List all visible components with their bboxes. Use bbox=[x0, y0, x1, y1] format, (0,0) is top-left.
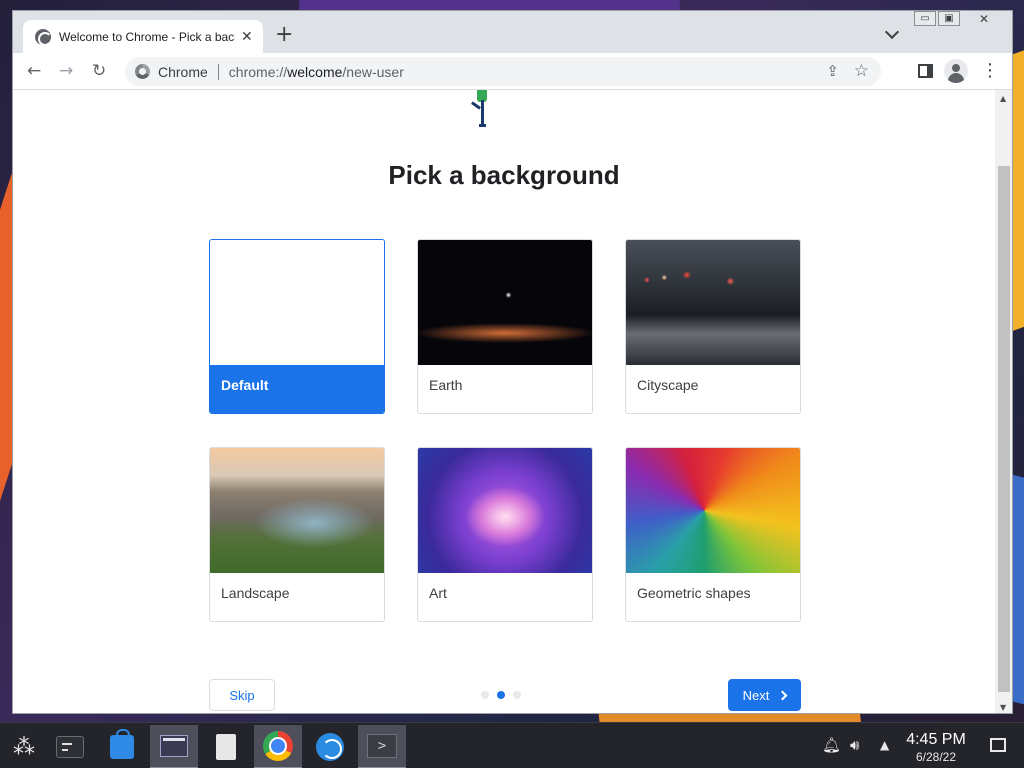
tab-welcome[interactable]: Welcome to Chrome - Pick a background ✕ bbox=[23, 20, 263, 53]
cityscape-background-thumbnail bbox=[626, 240, 800, 365]
volume-icon[interactable]: 🔊︎ bbox=[850, 737, 859, 753]
taskbar-app-browser[interactable] bbox=[306, 725, 354, 768]
url-path: /new-user bbox=[342, 63, 404, 80]
web-browser-icon bbox=[316, 733, 344, 761]
globe-icon bbox=[35, 28, 52, 46]
illustration-foot bbox=[479, 124, 486, 127]
clock-time[interactable]: 4:45 PM bbox=[904, 731, 968, 749]
taskbar-app-discover[interactable] bbox=[98, 725, 146, 768]
next-button-label: Next bbox=[742, 687, 770, 703]
card-label: Default bbox=[210, 365, 384, 413]
bookmark-star-icon[interactable]: ☆ bbox=[854, 61, 869, 81]
scroll-up-arrow-icon[interactable]: ▲ bbox=[1000, 94, 1006, 103]
tab-strip: Welcome to Chrome - Pick a background ✕ … bbox=[13, 11, 1012, 53]
taskbar-app-chrome[interactable] bbox=[254, 725, 302, 768]
reload-icon[interactable]: ↻ bbox=[92, 61, 106, 81]
store-bag-icon bbox=[110, 729, 134, 759]
clock-date[interactable]: 6/28/22 bbox=[904, 750, 968, 764]
default-background-thumbnail bbox=[210, 240, 384, 365]
system-monitor-icon bbox=[56, 736, 84, 758]
terminal-icon: > bbox=[367, 734, 397, 758]
share-icon[interactable]: ⇪ bbox=[826, 62, 839, 80]
taskbar-app-system-monitor[interactable] bbox=[46, 725, 94, 768]
omnibox-separator bbox=[217, 63, 219, 80]
close-tab-icon[interactable]: ✕ bbox=[241, 29, 253, 45]
scroll-down-arrow-icon[interactable]: ▼ bbox=[1000, 703, 1006, 712]
tab-title: Welcome to Chrome - Pick a background bbox=[59, 29, 235, 44]
card-label: Cityscape bbox=[637, 377, 699, 393]
tab-search-chevron-icon[interactable] bbox=[884, 24, 900, 40]
omnibox[interactable]: Chrome chrome://welcome/new-user ⇪ ☆ bbox=[125, 57, 881, 86]
close-window-button[interactable]: ✕ bbox=[962, 11, 1006, 26]
card-label: Landscape bbox=[221, 585, 290, 601]
page-title: Pick a background bbox=[388, 160, 620, 190]
background-card-art[interactable]: Art bbox=[417, 447, 593, 622]
illustration-leg bbox=[481, 100, 484, 126]
page-content: Pick a background Default Earth Cityscap… bbox=[13, 90, 995, 713]
profile-avatar-icon[interactable] bbox=[944, 59, 968, 83]
step-dot-active bbox=[497, 691, 505, 699]
file-manager-icon bbox=[160, 735, 188, 757]
step-indicator bbox=[481, 691, 521, 699]
page-footer: Skip Next bbox=[209, 679, 801, 711]
application-launcher-button[interactable]: ⁂ bbox=[0, 725, 48, 768]
art-background-thumbnail bbox=[418, 448, 592, 573]
background-card-geometric[interactable]: Geometric shapes bbox=[625, 447, 801, 622]
url-host: welcome bbox=[287, 63, 343, 80]
taskbar: ⁂ > 🔔︎ 🔊︎ ▲ 4:45 PM 6/28/22 bbox=[0, 722, 1024, 768]
card-label: Art bbox=[429, 585, 447, 601]
url-scheme: chrome:// bbox=[228, 63, 288, 80]
show-desktop-icon[interactable] bbox=[990, 738, 1006, 752]
background-card-landscape[interactable]: Landscape bbox=[209, 447, 385, 622]
background-card-earth[interactable]: Earth bbox=[417, 239, 593, 414]
card-label: Earth bbox=[429, 377, 463, 393]
chrome-icon bbox=[263, 731, 293, 761]
step-dot bbox=[513, 691, 521, 699]
tray-expand-arrow-icon[interactable]: ▲ bbox=[880, 737, 889, 753]
vertical-scrollbar[interactable]: ▲ ▼ bbox=[995, 90, 1012, 713]
illustration-leg bbox=[471, 101, 481, 110]
chrome-logo-icon bbox=[135, 64, 150, 79]
url-text[interactable]: chrome://welcome/new-user bbox=[229, 64, 404, 80]
back-icon[interactable]: ← bbox=[27, 61, 41, 81]
chevron-right-icon bbox=[777, 690, 788, 700]
document-icon bbox=[216, 734, 236, 760]
taskbar-app-files[interactable] bbox=[150, 725, 198, 768]
omnibox-chip-label: Chrome bbox=[158, 63, 208, 80]
background-card-cityscape[interactable]: Cityscape bbox=[625, 239, 801, 414]
window-controls: ▭ ▣ ✕ bbox=[914, 11, 1006, 26]
kebab-menu-icon[interactable]: ⋮ bbox=[981, 61, 999, 81]
browser-toolbar: ← → ↻ Chrome chrome://welcome/new-user ⇪… bbox=[13, 53, 1012, 90]
welcome-illustration bbox=[465, 90, 499, 128]
scrollbar-thumb[interactable] bbox=[998, 166, 1010, 692]
taskbar-app-terminal[interactable]: > bbox=[358, 725, 406, 768]
background-card-default[interactable]: Default bbox=[209, 239, 385, 414]
taskbar-app-text-editor[interactable] bbox=[202, 725, 250, 768]
next-button[interactable]: Next bbox=[728, 679, 801, 711]
landscape-background-thumbnail bbox=[210, 448, 384, 573]
chrome-window: Welcome to Chrome - Pick a background ✕ … bbox=[12, 10, 1013, 714]
earth-background-thumbnail bbox=[418, 240, 592, 365]
forward-icon[interactable]: → bbox=[59, 61, 73, 81]
new-tab-button[interactable]: + bbox=[275, 24, 293, 46]
side-panel-icon[interactable] bbox=[918, 64, 933, 78]
launcher-icon: ⁂ bbox=[13, 734, 35, 760]
card-label: Geometric shapes bbox=[637, 585, 751, 601]
maximize-button[interactable]: ▣ bbox=[938, 11, 960, 26]
minimize-button[interactable]: ▭ bbox=[914, 11, 936, 26]
skip-button[interactable]: Skip bbox=[209, 679, 275, 711]
notifications-bell-icon[interactable]: 🔔︎ bbox=[822, 737, 841, 753]
step-dot bbox=[481, 691, 489, 699]
geometric-background-thumbnail bbox=[626, 448, 800, 573]
background-grid: Default Earth Cityscape Landscape Art Ge… bbox=[209, 239, 809, 629]
